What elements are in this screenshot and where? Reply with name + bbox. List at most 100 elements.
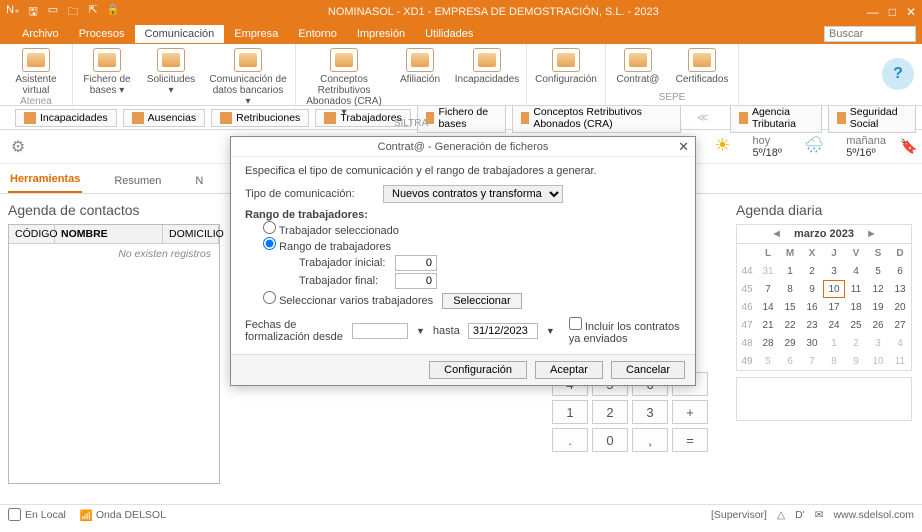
calendar-day[interactable]: 9 (801, 280, 823, 298)
agenda-list[interactable] (736, 377, 912, 421)
fecha-hasta-input[interactable] (468, 323, 538, 339)
qt-ausencias[interactable]: Ausencias (123, 109, 205, 127)
calendar-day[interactable]: 11 (889, 352, 911, 370)
calendar-day[interactable]: 27 (889, 316, 911, 334)
qt-segsocial[interactable]: Seguridad Social (828, 103, 916, 133)
calendar-day[interactable]: 10 (867, 352, 889, 370)
config-button[interactable]: Configuración (429, 361, 527, 379)
calendar-day[interactable]: 17 (823, 298, 845, 316)
sync-icon[interactable]: D' (795, 509, 805, 521)
tipo-select[interactable]: Nuevos contratos y transformaciones (383, 185, 563, 203)
ltab-herramientas[interactable]: Herramientas (8, 167, 82, 193)
calendar-day[interactable]: 30 (801, 334, 823, 352)
ribbon-asistente-virtual[interactable]: Asistente virtual (8, 48, 64, 96)
dialog-close-icon[interactable]: ✕ (678, 139, 689, 155)
col-domicilio[interactable]: DOMICILIO (163, 225, 219, 243)
close-icon[interactable]: ✕ (906, 5, 916, 19)
ribbon-datos-bancarios[interactable]: Comunicación de datos bancarios ▾ (209, 48, 287, 107)
keypad-key[interactable]: . (552, 428, 588, 452)
keypad-key[interactable]: + (672, 400, 708, 424)
ribbon-cra[interactable]: Conceptos Retributivos Abonados (CRA) ▾ (304, 48, 384, 118)
fecha-desde-input[interactable] (352, 323, 408, 339)
keypad-key[interactable]: = (672, 428, 708, 452)
calendar-day[interactable]: 1 (823, 334, 845, 352)
keypad-key[interactable]: 3 (632, 400, 668, 424)
cloud-icon[interactable]: △ (777, 509, 785, 521)
calendar-day[interactable]: 13 (889, 280, 911, 298)
calendar-day[interactable]: 21 (757, 316, 779, 334)
tab-utilidades[interactable]: Utilidades (415, 25, 483, 43)
tab-comunicacion[interactable]: Comunicación (135, 25, 225, 43)
site-link[interactable]: www.sdelsol.com (833, 509, 914, 521)
col-nombre[interactable]: NOMBRE (55, 225, 163, 243)
calendar-day[interactable]: 12 (867, 280, 889, 298)
qt-retribuciones[interactable]: Retribuciones (211, 109, 309, 127)
calendar-day[interactable]: 14 (757, 298, 779, 316)
calendar-day[interactable]: 23 (801, 316, 823, 334)
calendar-grid[interactable]: LMXJVSD443112345645789101112134614151617… (736, 244, 912, 371)
ribbon-solicitudes[interactable]: Solicitudes ▾ (145, 48, 197, 107)
overflow-icon[interactable]: ≪ (687, 111, 719, 124)
help-icon[interactable]: ? (882, 58, 914, 90)
export-icon[interactable]: ⇱ (86, 3, 100, 22)
ribbon-certificados[interactable]: Certificados (674, 48, 730, 85)
tab-procesos[interactable]: Procesos (69, 25, 135, 43)
calendar-day[interactable]: 8 (779, 280, 801, 298)
gear-icon[interactable]: ⚙ (6, 135, 30, 159)
col-codigo[interactable]: CÓDIGO (9, 225, 55, 243)
calendar-day[interactable]: 3 (867, 334, 889, 352)
keypad-key[interactable]: 2 (592, 400, 628, 424)
calendar-day[interactable]: 7 (801, 352, 823, 370)
calendar-day[interactable]: 6 (889, 262, 911, 280)
contacts-table[interactable]: CÓDIGO NOMBRE DOMICILIO No existen regis… (8, 224, 220, 484)
cal-prev-icon[interactable]: ◄ (765, 228, 788, 240)
calendar-day[interactable]: 28 (757, 334, 779, 352)
keypad-key[interactable]: 0 (592, 428, 628, 452)
calendar-day[interactable]: 9 (845, 352, 867, 370)
calendar-day[interactable]: 29 (779, 334, 801, 352)
ltab-resumen[interactable]: Resumen (112, 169, 163, 193)
calendar-day[interactable]: 24 (823, 316, 845, 334)
trabajador-inicial-input[interactable] (395, 255, 437, 271)
calendar-day[interactable]: 6 (779, 352, 801, 370)
folder-icon[interactable]: 🗀 (66, 3, 80, 22)
save-icon[interactable]: 🖫 (26, 3, 40, 22)
calendar-day[interactable]: 18 (845, 298, 867, 316)
ribbon-afiliacion[interactable]: Afiliación (396, 48, 444, 118)
ribbon-fichero-bases[interactable]: Fichero de bases ▾ (81, 48, 133, 107)
calendar-day[interactable]: 4 (889, 334, 911, 352)
tab-impresion[interactable]: Impresión (347, 25, 415, 43)
ltab-n[interactable]: N (193, 169, 205, 193)
local-checkbox[interactable] (8, 508, 21, 521)
tab-entorno[interactable]: Entorno (288, 25, 347, 43)
minimize-icon[interactable]: — (867, 5, 879, 19)
calendar-day[interactable]: 2 (845, 334, 867, 352)
calendar-day[interactable]: 19 (867, 298, 889, 316)
cal-next-icon[interactable]: ► (860, 228, 883, 240)
bookmark-icon[interactable]: 🔖 (900, 138, 916, 155)
keypad-key[interactable]: 1 (552, 400, 588, 424)
calendar-day[interactable]: 2 (801, 262, 823, 280)
seleccionar-button[interactable]: Seleccionar (442, 293, 521, 309)
lock-icon[interactable]: 🔒 (106, 3, 120, 22)
calendar-day[interactable]: 26 (867, 316, 889, 334)
opt-varios[interactable]: Seleccionar varios trabajadores (263, 295, 433, 307)
calendar-day[interactable]: 11 (845, 280, 867, 298)
calendar-day[interactable]: 31 (757, 262, 779, 280)
opt-trabajador-sel[interactable]: Trabajador seleccionado (263, 225, 399, 237)
qt-incapacidades[interactable]: Incapacidades (15, 109, 117, 127)
incluir-checkbox[interactable]: Incluir los contratos ya enviados (569, 317, 681, 345)
ribbon-configuracion[interactable]: Configuración (535, 48, 597, 85)
search-input[interactable] (824, 26, 916, 42)
opt-rango[interactable]: Rango de trabajadores (263, 241, 391, 253)
open-icon[interactable]: ▭ (46, 3, 60, 22)
calendar-day[interactable]: 5 (867, 262, 889, 280)
ribbon-incapacidades[interactable]: Incapacidades (456, 48, 518, 118)
calendar-day[interactable]: 4 (845, 262, 867, 280)
calendar-day[interactable]: 20 (889, 298, 911, 316)
mail-icon[interactable]: ✉ (815, 509, 824, 521)
qt-cra[interactable]: Conceptos Retributivos Abonados (CRA) (512, 103, 681, 133)
new-doc-icon[interactable]: N₊ (6, 3, 20, 22)
calendar-day[interactable]: 5 (757, 352, 779, 370)
calendar-day[interactable]: 8 (823, 352, 845, 370)
